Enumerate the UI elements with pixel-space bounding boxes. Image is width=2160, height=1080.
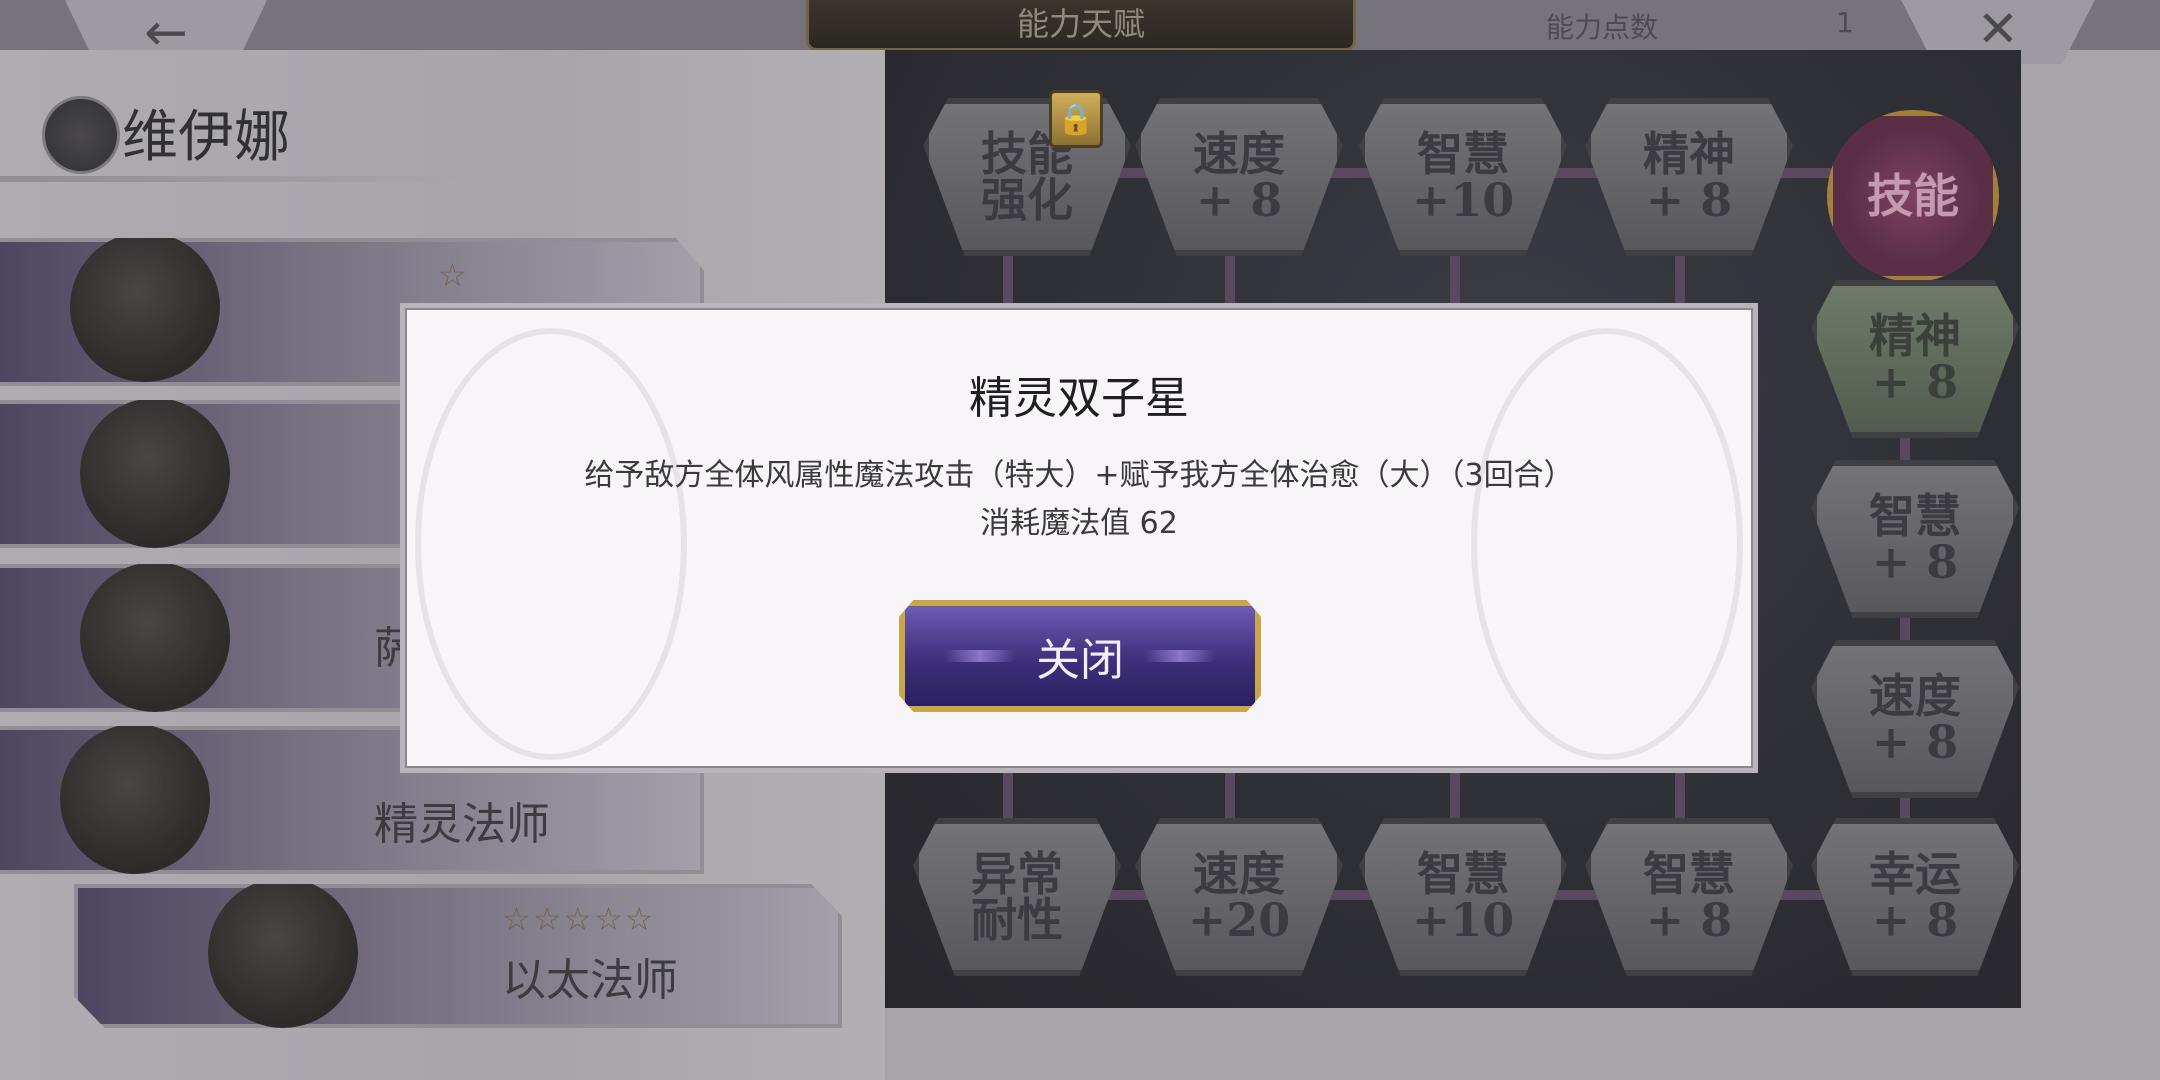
skill-description: 给予敌方全体风属性魔法攻击（特大）+赋予我方全体治愈（大）（3回合）	[584, 458, 1574, 493]
dialog-close-label: 关闭	[1036, 635, 1124, 686]
skill-detail-dialog: 精灵双子星 给予敌方全体风属性魔法攻击（特大）+赋予我方全体治愈（大）（3回合）…	[400, 303, 1758, 773]
skill-mp-cost: 消耗魔法值 62	[980, 506, 1178, 541]
skill-name: 精灵双子星	[969, 373, 1189, 424]
dialog-close-button[interactable]: 关闭	[899, 600, 1261, 712]
